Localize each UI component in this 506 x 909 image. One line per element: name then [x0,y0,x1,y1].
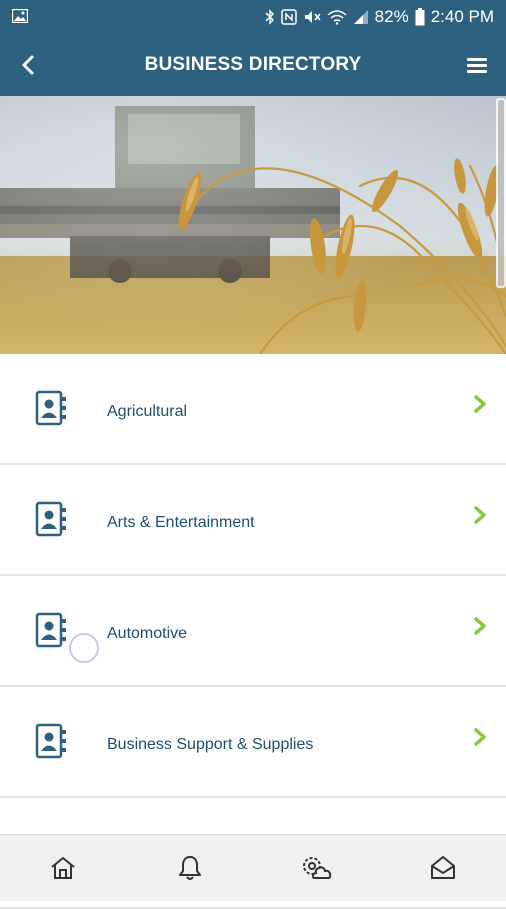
hamburger-menu-icon[interactable] [464,53,490,77]
wifi-icon [327,9,347,25]
bottom-nav [0,834,506,901]
gallery-icon [12,9,28,23]
mail-open-icon [429,854,457,882]
category-list: Agricultural Arts & Entertainment Automo… [0,354,506,909]
nav-weather-settings[interactable] [253,835,380,901]
nav-notifications[interactable] [127,835,254,901]
chevron-right-icon [472,505,488,525]
contact-book-icon [34,501,68,537]
battery-icon [415,8,425,26]
mute-icon [303,9,321,25]
app-bar: BUSINESS DIRECTORY [0,34,506,96]
home-icon [49,855,77,881]
list-item-label: Automotive [107,576,187,685]
contact-book-icon [34,612,68,648]
list-item[interactable]: Business Support & Supplies [0,687,506,798]
list-item[interactable]: Automotive [0,576,506,687]
hero-image [0,96,506,354]
list-item[interactable]: Agricultural [0,354,506,465]
chevron-right-icon [472,727,488,747]
list-item[interactable]: Arts & Entertainment [0,465,506,576]
chevron-right-icon [472,394,488,414]
bell-icon [177,854,203,882]
battery-percent: 82% [375,7,409,27]
nfc-icon [281,9,297,25]
signal-icon [353,9,369,25]
clock: 2:40 PM [431,7,494,27]
weather-settings-icon [300,854,332,882]
page-title: BUSINESS DIRECTORY [0,34,506,96]
nav-home[interactable] [0,835,127,901]
chevron-right-icon [472,616,488,636]
contact-book-icon [34,723,68,759]
touch-indicator [69,633,99,663]
contact-book-icon [34,390,68,426]
list-item-label: Agricultural [107,354,187,463]
list-item-label: Business Support & Supplies [107,687,313,796]
list-item-label: Arts & Entertainment [107,465,255,574]
status-bar: 82% 2:40 PM [0,0,506,34]
bluetooth-icon [265,9,275,25]
nav-messages[interactable] [380,835,506,901]
